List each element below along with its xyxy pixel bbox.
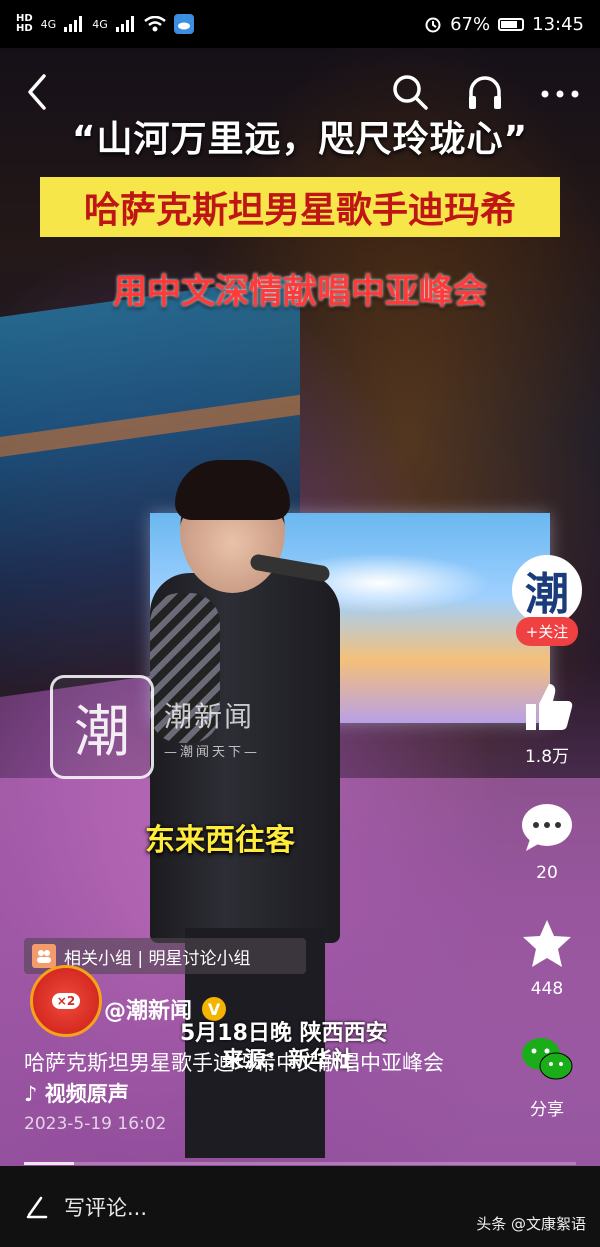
watermark-name: 潮新闻 [164,699,255,733]
watermark-text: 潮新闻 —潮闻天下— [164,695,260,760]
back-icon[interactable] [18,72,58,112]
follow-button[interactable]: +关注 [515,617,579,646]
share-action[interactable]: 分享 [520,1033,574,1120]
more-icon[interactable] [535,72,585,112]
lyric-subtitle: 东来西往客 [145,823,295,858]
signal-label-1: 4G [40,17,57,31]
signal-bars-icon [115,16,134,32]
comment-bubble-icon[interactable] [520,801,574,855]
signal-label-2: 4G [92,17,108,31]
like-action[interactable]: 1.8万 [520,680,574,767]
video-progress-fill [24,1162,74,1165]
status-right: 67% 13:45 [424,14,584,35]
comment-placeholder[interactable]: 写评论... [64,1192,147,1222]
video-headline: 哈萨克斯坦男星歌手迪玛希 [40,177,560,237]
hd-indicators: HD HD [16,14,33,34]
share-label: 分享 [530,1100,564,1120]
status-bar: HD HD 4G 4G 67% 13:45 [0,0,600,48]
comment-count: 20 [536,863,558,883]
pen-icon [26,1196,48,1218]
status-left: HD HD 4G 4G [16,14,194,34]
thumbs-up-icon[interactable] [520,680,574,734]
red-packet-multiplier: ×2 [51,993,81,1009]
wifi-icon [143,16,166,32]
hd-label-2: HD [16,23,33,34]
search-icon[interactable] [390,72,430,112]
video-progress-bar[interactable] [24,1162,576,1165]
video-quote-title: “山河万里远，咫尺玲珑心” [71,119,529,160]
like-count: 1.8万 [524,747,570,767]
favorite-count: 448 [530,979,564,999]
video-description: 哈萨克斯坦男星歌手迪玛希中文献唱中亚峰会 ♪ 视频原声 [24,1048,464,1110]
red-packet-icon[interactable]: ×2 [30,965,102,1037]
favorite-action[interactable]: 448 [520,917,574,999]
headphones-icon[interactable] [465,72,505,112]
battery-icon [498,17,525,31]
group-icon [32,944,56,968]
singer-head [175,460,290,593]
related-group-label: 相关小组 | 明星讨论小组 [64,948,251,969]
signal-bars-icon [64,16,83,32]
clock: 13:45 [532,13,584,35]
video-subline: 用中文深情献唱中亚峰会 [113,272,487,312]
comment-input[interactable]: 写评论... [26,1192,147,1222]
star-icon[interactable] [520,917,574,971]
publish-date: 2023-5-19 16:02 [24,1114,167,1134]
watermark-slogan: —潮闻天下— [164,744,261,760]
watermark-logo: 潮 [50,675,154,779]
music-label[interactable]: ♪ 视频原声 [24,1082,129,1106]
news-watermark: 潮 潮新闻 —潮闻天下— [50,675,260,779]
weather-app-icon [173,14,194,34]
side-actions: 潮 +关注 1.8万 20 448 分享 [507,555,587,1120]
author-name[interactable]: @潮新闻 [104,993,192,1025]
comment-action[interactable]: 20 [520,801,574,883]
description-text: 哈萨克斯坦男星歌手迪玛希中文献唱中亚峰会 [24,1051,444,1075]
source-watermark: 头条 @文康絮语 [476,1215,586,1233]
battery-percent: 67% [450,13,491,35]
author-avatar[interactable]: 潮 [512,555,582,625]
alarm-icon [425,17,441,33]
bottom-bar: 写评论... [0,1166,600,1247]
wechat-icon[interactable] [520,1033,574,1087]
